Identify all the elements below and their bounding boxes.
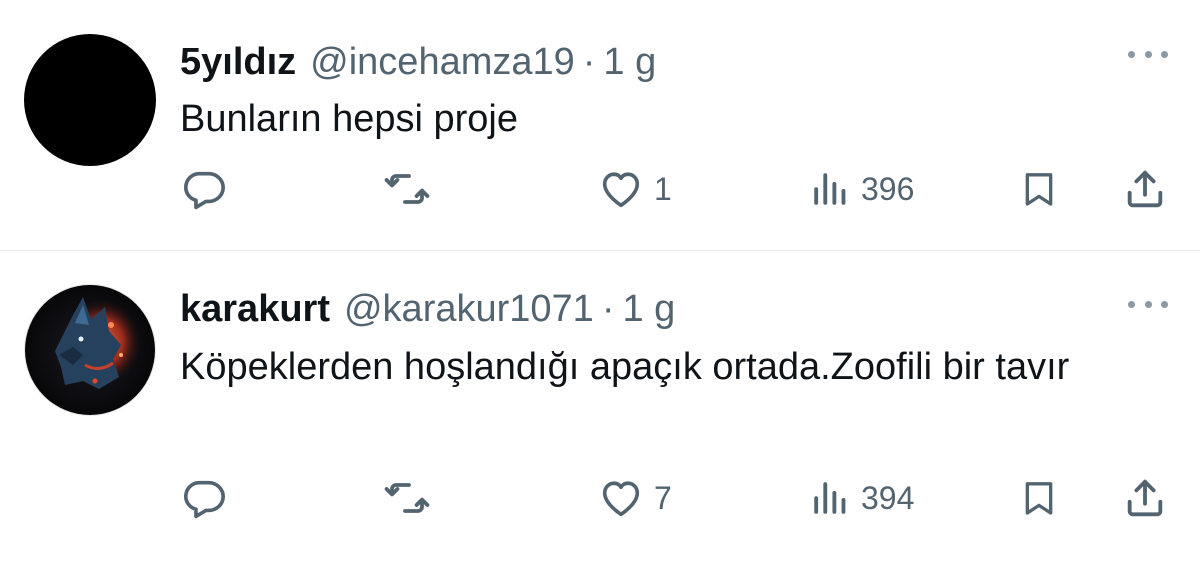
like-count: 1 bbox=[654, 170, 672, 207]
heart-icon bbox=[602, 481, 640, 517]
retweet-icon bbox=[384, 174, 430, 204]
more-icon[interactable] bbox=[1128, 298, 1168, 310]
share-button[interactable] bbox=[1122, 164, 1168, 214]
action-bar: 7 394 bbox=[0, 473, 1200, 523]
bookmark-button[interactable] bbox=[1019, 164, 1059, 214]
views-button[interactable]: 394 bbox=[809, 473, 914, 523]
timeline: 5yıldız @incehamza19 · 1 g Bunların heps… bbox=[0, 0, 1200, 561]
bookmark-icon bbox=[1025, 482, 1053, 515]
separator-dot: · bbox=[601, 288, 615, 330]
tweet-header: 5yıldız @incehamza19 · 1 g bbox=[180, 40, 656, 84]
tweet[interactable]: 5yıldız @incehamza19 · 1 g Bunların heps… bbox=[0, 0, 1200, 250]
view-count: 396 bbox=[861, 170, 915, 207]
user-handle[interactable]: @karakur1071 bbox=[344, 287, 594, 331]
tweet[interactable]: karakurt @karakur1071 · 1 g Köpeklerden … bbox=[0, 251, 1200, 561]
share-icon bbox=[1127, 479, 1163, 517]
retweet-icon bbox=[384, 483, 430, 513]
reply-button[interactable] bbox=[181, 164, 227, 214]
more-icon[interactable] bbox=[1128, 48, 1168, 60]
reply-icon bbox=[183, 480, 225, 519]
like-count: 7 bbox=[654, 479, 672, 516]
separator-dot: · bbox=[582, 41, 596, 83]
views-button[interactable]: 396 bbox=[809, 164, 914, 214]
views-icon bbox=[814, 173, 846, 205]
like-button[interactable]: 7 bbox=[598, 473, 672, 523]
tweet-text: Köpeklerden hoşlandığı apaçık ortada.Zoo… bbox=[180, 346, 1070, 388]
display-name[interactable]: 5yıldız bbox=[180, 40, 296, 84]
timestamp[interactable]: 1 g bbox=[603, 40, 656, 84]
action-bar: 1 396 bbox=[0, 164, 1200, 214]
heart-icon bbox=[602, 172, 640, 208]
views-icon bbox=[814, 482, 846, 514]
reply-icon bbox=[183, 171, 225, 210]
user-handle[interactable]: @incehamza19 bbox=[310, 40, 575, 84]
bookmark-icon bbox=[1025, 173, 1053, 206]
share-icon bbox=[1127, 170, 1163, 208]
bookmark-button[interactable] bbox=[1019, 473, 1059, 523]
display-name[interactable]: karakurt bbox=[180, 287, 330, 331]
retweet-button[interactable] bbox=[383, 164, 431, 214]
avatar[interactable] bbox=[24, 34, 156, 166]
timestamp[interactable]: 1 g bbox=[622, 287, 675, 331]
retweet-button[interactable] bbox=[383, 473, 431, 523]
tweet-text: Bunların hepsi proje bbox=[180, 98, 518, 140]
avatar[interactable] bbox=[24, 284, 156, 416]
reply-button[interactable] bbox=[181, 473, 227, 523]
wolf-avatar-icon bbox=[25, 285, 155, 415]
view-count: 394 bbox=[861, 479, 915, 516]
share-button[interactable] bbox=[1122, 473, 1168, 523]
tweet-header: karakurt @karakur1071 · 1 g bbox=[180, 287, 675, 331]
like-button[interactable]: 1 bbox=[598, 164, 672, 214]
